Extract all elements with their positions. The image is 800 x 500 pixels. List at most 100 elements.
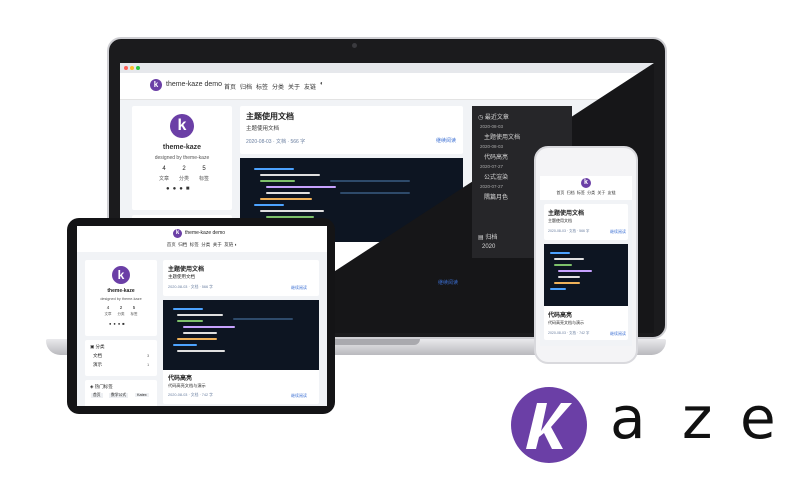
tag-chip[interactable]: Katex: [135, 393, 149, 397]
read-more-link[interactable]: 继续阅读: [291, 285, 307, 291]
post-cover-image[interactable]: [544, 244, 628, 306]
read-more-link[interactable]: 继续阅读: [610, 331, 626, 337]
post-card: 代码高亮 代码高亮文档与演示 2020-08-03 · 文档 · 742 字 继…: [544, 244, 628, 340]
nav-archive[interactable]: 归档: [178, 242, 187, 247]
nav-tags[interactable]: 标签: [190, 242, 199, 247]
site-title[interactable]: theme-kaze demo: [166, 81, 222, 88]
post-card: 主题使用文档 主题使用文档 2020-08-03 · 文档 · 566 字 继续…: [544, 204, 628, 240]
post-title[interactable]: 主题使用文档: [168, 264, 204, 273]
stat-label-tags: 标签: [130, 312, 138, 316]
browser-titlebar: [120, 63, 654, 73]
read-more-link[interactable]: 继续阅读: [610, 229, 626, 235]
social-icons: ●●●■: [166, 186, 206, 192]
tags-header: ◈ 热门标签: [90, 384, 113, 390]
stat-label-posts: 文章: [158, 176, 169, 182]
archive-year[interactable]: 2020: [482, 244, 495, 250]
categories-title: 分类: [95, 344, 105, 349]
stat-posts[interactable]: 4: [103, 305, 113, 310]
nav-home[interactable]: 首页: [224, 82, 236, 91]
category-link[interactable]: 演示: [93, 362, 102, 368]
laptop-camera: [352, 43, 357, 48]
kaze-logo-icon[interactable]: k: [581, 178, 591, 188]
stat-tags[interactable]: 5: [196, 166, 212, 172]
nav-archive[interactable]: 归档: [240, 82, 252, 91]
post-meta: 2020-08-03 · 文档 · 742 字: [168, 393, 213, 397]
mail-icon[interactable]: ■: [122, 321, 126, 326]
rss-icon[interactable]: ●: [179, 186, 186, 192]
nav-categories[interactable]: 分类: [272, 82, 284, 91]
nav-about[interactable]: 关于: [288, 82, 300, 91]
github-icon[interactable]: ●: [166, 186, 173, 192]
post-cover-image[interactable]: [163, 300, 319, 370]
post-excerpt: 代码高亮文档与演示: [168, 383, 206, 388]
recent-post-link[interactable]: 隅篇月色: [484, 192, 508, 201]
site-title[interactable]: theme-kaze demo: [185, 230, 225, 236]
post-meta: 2020-08-03 · 文档 · 566 字: [246, 139, 306, 145]
post-excerpt: 主题使用文档: [548, 218, 572, 223]
nav-home[interactable]: 首页: [167, 242, 176, 247]
categories-card: ▣ 分类 文档 3 演示 1: [85, 340, 157, 376]
stat-posts[interactable]: 4: [156, 166, 172, 172]
recent-post-link[interactable]: 主题使用文档: [484, 132, 520, 141]
brand-letter-z: z: [682, 384, 713, 452]
tablet-nav-menu[interactable]: 首页 归档 标签 分类 关于 友链 ◐: [77, 242, 327, 248]
mail-icon[interactable]: ■: [186, 186, 193, 192]
nav-about[interactable]: 关于: [213, 242, 222, 247]
kaze-brand-logo: [511, 387, 587, 463]
stat-label-categories: 分类: [117, 312, 125, 316]
brand-letter-e: e: [740, 384, 776, 452]
tag-icon: ◈: [90, 384, 94, 389]
profile-name: theme-kaze: [162, 144, 202, 151]
nav-tags[interactable]: 标签: [256, 82, 268, 91]
tag-chip[interactable]: 首页: [91, 393, 103, 398]
post-title[interactable]: 代码高亮: [168, 373, 192, 382]
post-title[interactable]: 代码高亮: [548, 310, 572, 319]
post-title[interactable]: 主题使用文档: [246, 111, 294, 122]
stat-label-categories: 分类: [178, 176, 189, 182]
profile-subtitle: designed by theme-kaze: [154, 155, 210, 161]
read-more-link[interactable]: 继续阅读: [438, 279, 458, 286]
tag-chip[interactable]: 数学公式: [109, 393, 129, 398]
nav-links[interactable]: 友链: [224, 242, 233, 247]
profile-card: k theme-kaze designed by theme-kaze 4 2 …: [85, 260, 157, 336]
kaze-logo-icon[interactable]: k: [150, 79, 162, 91]
nav-archive[interactable]: 归档: [567, 190, 575, 195]
stat-label-tags: 标签: [198, 176, 209, 182]
read-more-link[interactable]: 继续阅读: [291, 393, 307, 399]
post-card: 主题使用文档 主题使用文档 2020-08-03 · 文档 · 566 字 继续…: [240, 106, 463, 154]
stat-categories[interactable]: 2: [116, 305, 126, 310]
nav-links[interactable]: 友链: [608, 190, 616, 195]
maximize-dot[interactable]: [136, 66, 140, 70]
nav-tags[interactable]: 标签: [577, 190, 585, 195]
post-title[interactable]: 主题使用文档: [548, 208, 584, 217]
recent-date: 2020-08-03: [480, 144, 504, 149]
profile-subtitle: designed by theme-kaze: [100, 297, 142, 301]
category-link[interactable]: 文档: [93, 353, 102, 359]
phone-nav-menu[interactable]: 首页 归档 标签 分类 关于 友链: [540, 190, 632, 196]
kaze-logo-icon[interactable]: k: [173, 229, 182, 238]
theme-toggle-icon[interactable]: ◐: [235, 242, 238, 247]
post-excerpt: 主题使用文档: [246, 126, 280, 132]
nav-categories[interactable]: 分类: [587, 190, 595, 195]
stat-categories[interactable]: 2: [176, 166, 192, 172]
nav-links[interactable]: 友链: [304, 82, 316, 91]
nav-about[interactable]: 关于: [597, 190, 605, 195]
minimize-dot[interactable]: [130, 66, 134, 70]
tags-title: 热门标签: [94, 384, 113, 389]
read-more-link[interactable]: 继续阅读: [436, 137, 456, 144]
recent-post-link[interactable]: 代码高亮: [484, 152, 508, 161]
categories-header: ▣ 分类: [90, 344, 105, 350]
post-meta: 2020-08-03 · 文档 · 566 字: [548, 229, 590, 233]
stat-tags[interactable]: 5: [129, 305, 139, 310]
stat-label-posts: 文章: [104, 312, 112, 316]
nav-categories[interactable]: 分类: [201, 242, 210, 247]
theme-toggle-icon[interactable]: ◐: [320, 81, 324, 87]
avatar: k: [170, 114, 194, 138]
nav-home[interactable]: 首页: [556, 190, 564, 195]
close-dot[interactable]: [124, 66, 128, 70]
tablet-navbar: k theme-kaze demo 首页 归档 标签 分类 关于 友链 ◐: [77, 226, 327, 252]
post-excerpt: 主题使用文档: [168, 274, 195, 279]
recent-post-link[interactable]: 公式渲染: [484, 172, 508, 181]
site-navbar: k theme-kaze demo 首页 归档 标签 分类 关于 友链 ◐: [120, 73, 654, 100]
phone-navbar: k 首页 归档 标签 分类 关于 友链: [540, 176, 632, 200]
